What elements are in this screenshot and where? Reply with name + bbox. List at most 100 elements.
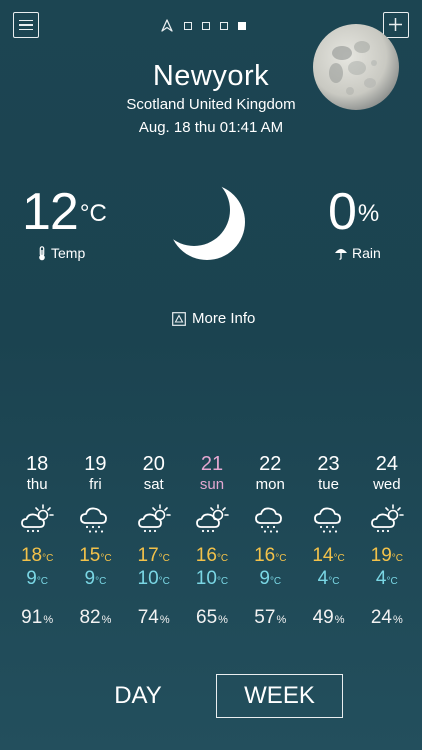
cloud-rain-icon <box>78 504 112 538</box>
date-time: Aug. 18 thu 01:41 AM <box>138 119 284 136</box>
high-temp-value: 17 <box>137 545 159 566</box>
city-name: Newyork <box>152 60 270 92</box>
rain-label-row: Rain <box>334 245 381 261</box>
forecast-weekday: sun <box>199 476 225 493</box>
cloud-rain-icon <box>312 504 346 538</box>
low-temp-value: 9 <box>26 568 37 589</box>
temp-value: 12 <box>22 183 79 241</box>
forecast-high: 16°C <box>196 544 228 567</box>
low-temp-value: 4 <box>317 568 329 589</box>
low-temp-value: 9 <box>84 568 96 589</box>
more-info-button[interactable]: More Info <box>172 310 255 327</box>
cloud-rain-icon <box>253 504 287 538</box>
pct-unit: % <box>101 614 112 626</box>
forecast-humidity: 91% <box>21 606 53 630</box>
forecast-humidity: 24% <box>371 606 403 630</box>
temp-unit: °C <box>79 200 107 227</box>
humidity-value: 91 <box>21 607 43 628</box>
forecast-day: 20 sat 17°C 10°C 74% <box>125 453 183 630</box>
week-view-button[interactable]: WEEK <box>216 674 343 718</box>
forecast-high: 14°C <box>312 544 344 567</box>
deg-unit: °C <box>391 553 404 564</box>
forecast-humidity: 57% <box>254 606 286 630</box>
high-temp-value: 16 <box>195 545 217 566</box>
forecast-low: 10°C <box>196 567 228 590</box>
hamburger-menu-icon <box>19 19 33 22</box>
forecast-high: 17°C <box>138 544 170 567</box>
page-dot[interactable] <box>184 22 192 30</box>
deg-unit: °C <box>216 576 229 587</box>
low-temp-value: 4 <box>375 568 387 589</box>
location-arrow-icon <box>161 19 173 32</box>
forecast-weekday: sat <box>143 476 164 493</box>
deg-unit: °C <box>269 576 282 587</box>
thermometer-icon <box>39 245 45 260</box>
high-temp-value: 15 <box>79 545 101 566</box>
triangle-info-icon <box>172 311 186 326</box>
forecast-humidity: 49% <box>313 606 345 630</box>
forecast-weekday: thu <box>26 476 48 493</box>
forecast-weekday: mon <box>255 476 285 493</box>
humidity-value: 49 <box>312 607 334 628</box>
forecast-day: 23 tue 14°C 4°C 49% <box>299 453 357 630</box>
pct-unit: % <box>334 614 345 626</box>
low-temp-value: 9 <box>259 568 270 589</box>
high-temp-value: 14 <box>312 545 334 566</box>
rain-unit: % <box>357 200 380 227</box>
low-temp-value: 10 <box>137 568 159 589</box>
partly-cloudy-icon <box>195 504 229 538</box>
partly-cloudy-icon <box>20 504 54 538</box>
forecast-day: 24 wed 19°C 4°C 24% <box>358 453 416 630</box>
forecast-high: 16°C <box>254 544 286 567</box>
page-indicator[interactable] <box>160 19 246 33</box>
deg-unit: °C <box>36 576 49 587</box>
current-temperature: 12°C <box>22 186 107 238</box>
forecast-low: 10°C <box>138 567 170 590</box>
temp-label-row: Temp <box>37 245 85 261</box>
forecast-date: 23 <box>317 453 340 475</box>
forecast-date: 19 <box>84 453 107 475</box>
low-temp-value: 10 <box>195 568 217 589</box>
deg-unit: °C <box>275 553 287 564</box>
forecast-weekday: wed <box>373 476 401 493</box>
forecast-low: 9°C <box>26 567 48 590</box>
pct-unit: % <box>276 614 287 626</box>
forecast-date: 22 <box>259 453 282 475</box>
forecast-day: 19 fri 15°C 9°C 82% <box>66 453 124 630</box>
forecast-day: 21 sun 16°C 10°C 65% <box>183 453 241 630</box>
deg-unit: °C <box>95 576 107 587</box>
forecast-low: 4°C <box>376 567 398 590</box>
rain-value: 0 <box>328 183 357 241</box>
forecast-humidity: 82% <box>79 606 111 630</box>
deg-unit: °C <box>386 576 398 587</box>
more-info-label: More Info <box>192 310 256 327</box>
forecast-high: 18°C <box>21 544 53 567</box>
forecast-date: 18 <box>26 453 49 475</box>
high-temp-value: 18 <box>20 545 43 566</box>
umbrella-icon <box>335 249 347 260</box>
humidity-value: 65 <box>196 607 218 628</box>
temp-label: Temp <box>51 245 86 261</box>
forecast-low: 9°C <box>85 567 107 590</box>
day-view-button[interactable]: DAY <box>93 674 183 718</box>
hamburger-menu-icon <box>19 24 33 26</box>
pct-unit: % <box>43 614 54 626</box>
weekly-forecast: 18 thu 18°C 9°C 91% 19 fri 15°C 9°C 82% 20 sat <box>8 453 416 630</box>
rain-chance: 0% <box>328 186 379 238</box>
deg-unit: °C <box>42 553 54 564</box>
pct-unit: % <box>393 614 403 626</box>
forecast-humidity: 74% <box>138 606 170 630</box>
deg-unit: °C <box>216 553 229 564</box>
page-dot[interactable] <box>202 22 210 30</box>
forecast-date: 21 <box>200 453 224 475</box>
forecast-low: 4°C <box>318 567 340 590</box>
high-temp-value: 16 <box>254 545 276 566</box>
page-dot-active[interactable] <box>238 22 246 30</box>
page-dot[interactable] <box>220 22 228 30</box>
deg-unit: °C <box>328 576 340 587</box>
forecast-high: 19°C <box>371 544 403 567</box>
forecast-day: 22 mon 16°C 9°C 57% <box>241 453 299 630</box>
humidity-value: 24 <box>370 607 392 628</box>
high-temp-value: 19 <box>370 545 392 566</box>
menu-button[interactable] <box>13 12 39 38</box>
